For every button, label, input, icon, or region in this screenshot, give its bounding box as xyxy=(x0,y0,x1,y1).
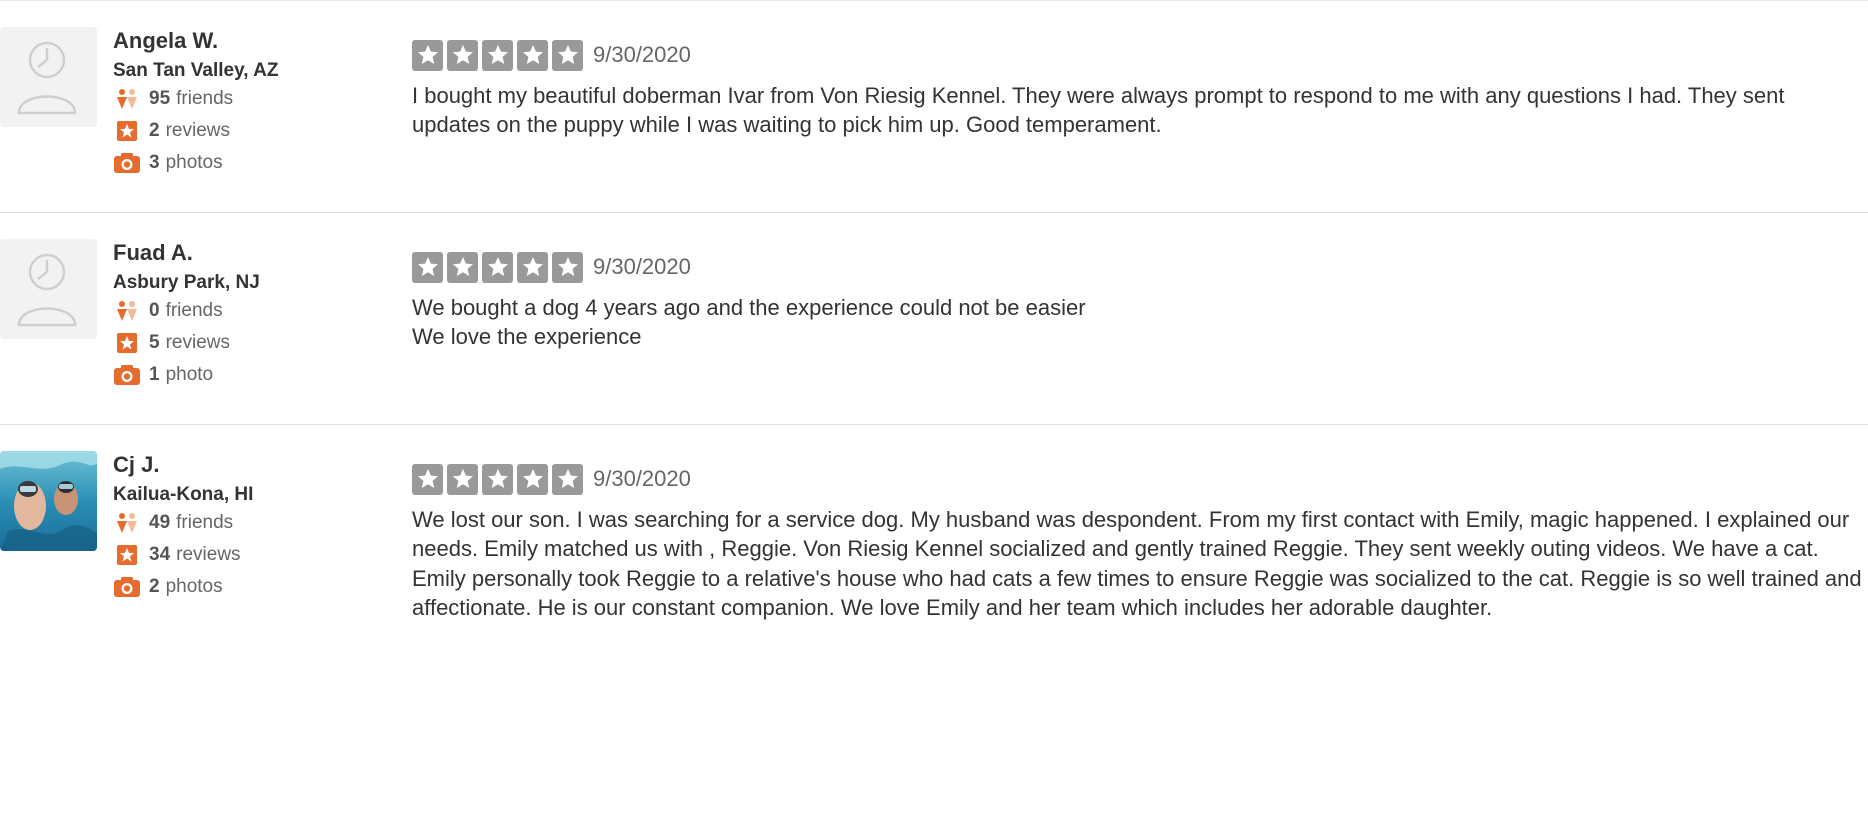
friends-label: friends xyxy=(176,512,234,533)
friends-stat: 95 friends xyxy=(113,83,383,115)
reviews-count: 2 xyxy=(149,120,160,141)
star-icon xyxy=(412,463,443,495)
friends-stat: 0 friends xyxy=(113,295,383,327)
reviews-stat: 5 reviews xyxy=(113,327,383,359)
photos-stat: 3 photos xyxy=(113,147,383,179)
reviews-label: reviews xyxy=(165,120,230,141)
friends-count: 49 xyxy=(149,512,171,533)
rating-row: 9/30/2020 xyxy=(412,251,691,283)
user-name[interactable]: Cj J. xyxy=(113,451,383,479)
photos-stat: 2 photos xyxy=(113,571,383,603)
user-name[interactable]: Fuad A. xyxy=(113,239,383,267)
friends-icon xyxy=(113,86,141,112)
camera-icon xyxy=(113,574,141,600)
friends-count: 0 xyxy=(149,300,160,321)
star-icon xyxy=(412,251,443,283)
star-badge-icon xyxy=(113,330,141,356)
star-icon xyxy=(517,251,548,283)
friends-stat: 49 friends xyxy=(113,507,383,539)
review-text: We bought a dog 4 years ago and the expe… xyxy=(412,295,1086,350)
snorkeling-photo-icon xyxy=(0,451,97,551)
star-rating xyxy=(412,463,583,495)
star-icon xyxy=(482,463,513,495)
rating-row: 9/30/2020 xyxy=(412,463,691,495)
reviews-count: 34 xyxy=(149,544,171,565)
star-icon xyxy=(447,251,478,283)
default-avatar-icon xyxy=(0,239,97,339)
photos-count: 2 xyxy=(149,576,160,597)
user-location: Kailua-Kona, HI xyxy=(113,484,254,505)
user-info: Angela W. San Tan Valley, AZ 95 friends xyxy=(113,27,383,179)
review-date: 9/30/2020 xyxy=(593,254,691,279)
user-info: Cj J. Kailua-Kona, HI 49 friends 34 revi… xyxy=(113,451,383,603)
review-text: We lost our son. I was searching for a s… xyxy=(412,507,1862,620)
rating-row: 9/30/2020 xyxy=(412,39,691,71)
star-icon xyxy=(412,39,443,71)
camera-icon xyxy=(113,150,141,176)
photos-stat: 1 photo xyxy=(113,359,383,391)
camera-icon xyxy=(113,362,141,388)
star-icon xyxy=(552,39,583,71)
review-text: I bought my beautiful doberman Ivar from… xyxy=(412,83,1785,138)
star-badge-icon xyxy=(113,542,141,568)
photos-count: 3 xyxy=(149,152,160,173)
star-icon xyxy=(517,463,548,495)
photos-label: photos xyxy=(165,152,223,173)
user-location: San Tan Valley, AZ xyxy=(113,60,279,81)
user-location: Asbury Park, NJ xyxy=(113,272,260,293)
star-icon xyxy=(552,463,583,495)
photos-label: photo xyxy=(165,364,214,385)
star-badge-icon xyxy=(113,118,141,144)
review-date: 9/30/2020 xyxy=(593,42,691,67)
user-avatar[interactable] xyxy=(0,451,97,551)
user-avatar[interactable] xyxy=(0,27,97,127)
star-rating xyxy=(412,251,583,283)
user-info: Fuad A. Asbury Park, NJ 0 friends 5 revi… xyxy=(113,239,383,391)
user-avatar[interactable] xyxy=(0,239,97,339)
star-icon xyxy=(552,251,583,283)
friends-label: friends xyxy=(165,300,223,321)
friends-label: friends xyxy=(176,88,234,109)
reviews-label: reviews xyxy=(176,544,241,565)
friends-icon xyxy=(113,298,141,324)
review-item: Angela W. San Tan Valley, AZ 95 friends xyxy=(0,0,1868,212)
photos-label: photos xyxy=(165,576,223,597)
review-item: Fuad A. Asbury Park, NJ 0 friends 5 revi… xyxy=(0,212,1868,424)
reviews-count: 5 xyxy=(149,332,160,353)
reviews-stat: 34 reviews xyxy=(113,539,383,571)
user-name[interactable]: Angela W. xyxy=(113,27,383,55)
default-avatar-icon xyxy=(0,27,97,127)
star-icon xyxy=(482,251,513,283)
review-item: Cj J. Kailua-Kona, HI 49 friends 34 revi… xyxy=(0,424,1868,837)
friends-icon xyxy=(113,510,141,536)
photos-count: 1 xyxy=(149,364,160,385)
reviews-label: reviews xyxy=(165,332,230,353)
star-icon xyxy=(447,463,478,495)
review-date: 9/30/2020 xyxy=(593,466,691,491)
star-icon xyxy=(517,39,548,71)
star-icon xyxy=(447,39,478,71)
friends-count: 95 xyxy=(149,88,171,109)
star-rating xyxy=(412,39,583,71)
star-icon xyxy=(482,39,513,71)
reviews-stat: 2 reviews xyxy=(113,115,383,147)
